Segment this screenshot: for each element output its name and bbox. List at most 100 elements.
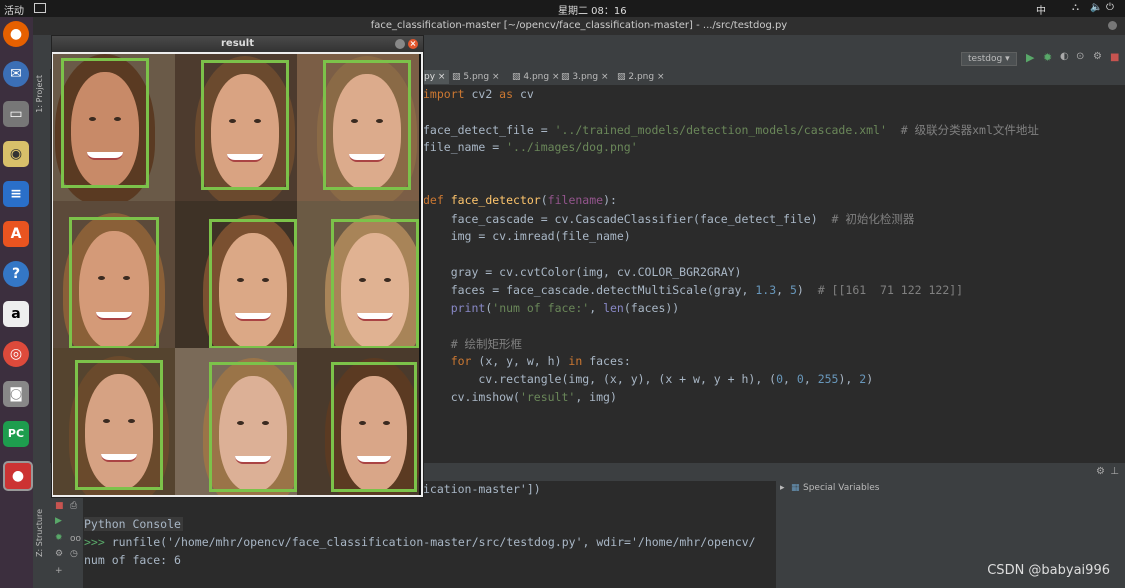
clock[interactable]: 星期二 08：16 (558, 2, 627, 17)
profile-icon[interactable]: ⊙ (1076, 51, 1084, 62)
ide-title-bar: face_classification-master [~/opencv/fac… (33, 17, 1125, 35)
launcher-dock: ● ✉ ▭ ◉ ≡ A ? a ◎ ◙ PC ● (0, 17, 33, 588)
tab-label: 2.png (628, 72, 655, 82)
run-icon[interactable]: ▶ (1026, 51, 1034, 64)
attach-icon[interactable]: ⚙ (1093, 51, 1102, 62)
app-menu-icon[interactable] (34, 3, 46, 13)
thunderbird-icon[interactable]: ✉ (3, 61, 29, 87)
add-console-icon[interactable]: + (55, 566, 63, 576)
detection-rectangle (75, 360, 163, 490)
activities-button[interactable]: 活动 (4, 2, 24, 17)
detection-rectangle (69, 217, 159, 348)
power-icon[interactable]: ⏻ (1106, 2, 1114, 13)
tab-label: 4.png (523, 72, 550, 82)
network-icon[interactable]: ⛬ (1072, 2, 1079, 13)
face-photo (175, 348, 297, 495)
code-line: def face_detector(filename): (423, 193, 617, 207)
face-photo (53, 348, 175, 495)
detection-rectangle (331, 219, 419, 348)
detection-rectangle (201, 60, 289, 190)
code-line: import cv2 as cv (423, 87, 534, 101)
console-settings-icon[interactable]: ⚙ (55, 549, 63, 559)
face-photo (53, 201, 175, 348)
console-title: Python Console (84, 517, 183, 531)
console-command-line: >>> runfile('/home/mhr/opencv/face_class… (84, 535, 756, 549)
console-output-line: ication-master']) (423, 482, 541, 496)
close-icon[interactable] (1108, 21, 1117, 30)
show-vars-icon[interactable]: oo (70, 534, 81, 544)
stop-console-icon[interactable]: ■ (55, 501, 64, 511)
detection-rectangle (209, 219, 297, 348)
settings-gear-icon[interactable]: ⚙ (1096, 466, 1105, 477)
pycharm-icon[interactable]: PC (3, 421, 29, 447)
amazon-icon[interactable]: a (3, 301, 29, 327)
code-line: cv.rectangle(img, (x, y), (x + w, y + h)… (423, 372, 874, 386)
volume-icon[interactable]: 🔈 (1090, 2, 1102, 13)
code-line: # 绘制矩形框 (450, 337, 523, 351)
watermark: CSDN @babyai996 (987, 563, 1110, 578)
chrome-icon[interactable]: ◎ (3, 341, 29, 367)
history-icon[interactable]: ◷ (70, 549, 78, 559)
tab-testdog[interactable]: py × (420, 70, 450, 84)
firefox-icon[interactable]: ● (3, 21, 29, 47)
camera-icon[interactable]: ◙ (3, 381, 29, 407)
debug-icon[interactable]: ✹ (1043, 51, 1052, 64)
window-title: face_classification-master [~/opencv/fac… (370, 20, 788, 31)
face-image-grid (53, 54, 421, 495)
variables-icon: ▦ (791, 483, 800, 493)
tab-3png[interactable]: ▧ 3.png × (557, 70, 613, 84)
expand-arrow-icon[interactable]: ▸ (780, 483, 785, 493)
code-line: gray = cv.cvtColor(img, cv.COLOR_BGR2GRA… (423, 265, 742, 279)
input-method[interactable]: 中 (1036, 2, 1046, 17)
detection-rectangle (61, 58, 149, 188)
software-center-icon[interactable]: A (3, 221, 29, 247)
debug-console-icon[interactable]: ✹ (55, 533, 63, 543)
tab-5png[interactable]: ▧ 5.png × (448, 70, 504, 84)
special-variables-label[interactable]: Special Variables (803, 483, 879, 493)
detection-rectangle (209, 362, 297, 492)
editor-tabs: py × ▧ 5.png × ▧ 4.png × ▧ 3.png × ▧ 2.p… (420, 69, 1125, 85)
left-tool-strip: 1: Project Z: Structure (33, 69, 50, 588)
project-tool-tab[interactable]: 1: Project (35, 75, 44, 113)
opencv-window-icon[interactable]: ● (3, 461, 33, 491)
minimize-icon[interactable] (395, 39, 405, 49)
code-editor[interactable]: import cv2 as cv face_detect_file = '../… (420, 85, 1115, 463)
code-line: print('num of face:', len(faces)) (450, 301, 680, 315)
result-window-title: result (221, 38, 254, 49)
result-window[interactable]: result × (51, 35, 424, 498)
detection-rectangle (331, 362, 417, 492)
rhythmbox-icon[interactable]: ◉ (3, 141, 29, 167)
rerun-icon[interactable]: ▶ (55, 516, 62, 526)
system-top-bar: 活动 星期二 08：16 中 ⛬ 🔈 ⏻ (0, 0, 1125, 17)
close-icon[interactable]: × (408, 39, 418, 49)
writer-icon[interactable]: ≡ (3, 181, 29, 207)
hide-panel-icon[interactable]: ⊥ (1110, 466, 1119, 477)
run-config-select[interactable]: testdog ▾ (961, 52, 1017, 66)
tab-label: py (424, 72, 436, 82)
face-photo (297, 54, 419, 201)
code-line: for (x, y, w, h) in faces: (450, 354, 631, 368)
console-output: num of face: 6 (84, 553, 181, 567)
help-icon[interactable]: ? (3, 261, 29, 287)
coverage-icon[interactable]: ◐ (1060, 51, 1069, 62)
console-prompt: >>> (84, 535, 112, 549)
stop-icon[interactable]: ■ (1110, 52, 1119, 63)
face-photo (53, 54, 175, 201)
structure-tool-tab[interactable]: Z: Structure (35, 509, 44, 557)
result-window-titlebar[interactable]: result × (52, 36, 423, 52)
code-line: file_name = '../images/dog.png' (423, 140, 638, 154)
code-line: face_detect_file = '../trained_models/de… (423, 123, 1039, 137)
editor-scrollbar[interactable] (1115, 85, 1125, 463)
run-config-label: testdog (968, 54, 1003, 64)
code-line: faces = face_cascade.detectMultiScale(gr… (423, 283, 964, 297)
files-icon[interactable]: ▭ (3, 101, 29, 127)
face-photo (297, 201, 419, 348)
tab-label: 3.png (572, 72, 599, 82)
code-line: cv.imshow('result', img) (423, 390, 617, 404)
face-photo (297, 348, 419, 495)
tab-2png[interactable]: ▧ 2.png × (613, 70, 669, 84)
print-icon[interactable]: ⎙ (70, 501, 77, 511)
console-command: runfile('/home/mhr/opencv/face_classific… (111, 535, 756, 549)
tab-4png[interactable]: ▧ 4.png × (508, 70, 564, 84)
code-line: face_cascade = cv.CascadeClassifier(face… (423, 212, 915, 226)
